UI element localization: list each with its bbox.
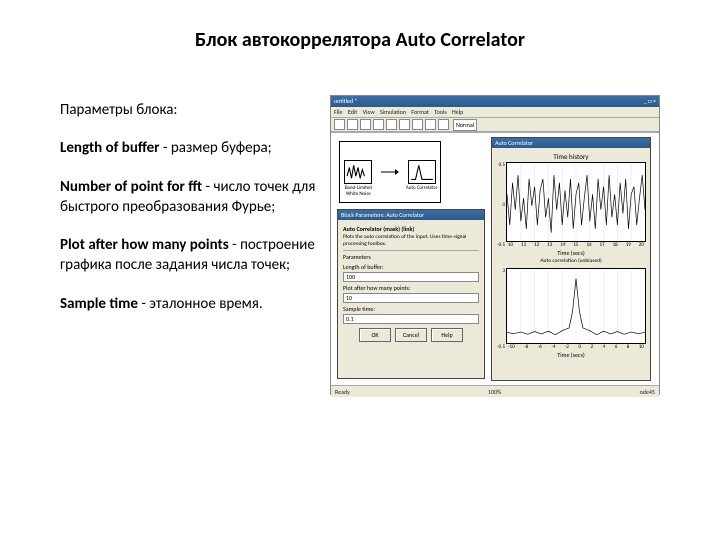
block-parameters-dialog: Block Parameters: Auto Correlator Auto C… bbox=[337, 209, 485, 379]
bottom-xlabel: Time (secs) bbox=[496, 351, 646, 359]
status-bar: Ready 100% ode45 bbox=[331, 385, 659, 397]
open-icon[interactable] bbox=[347, 119, 358, 130]
menu-tools[interactable]: Tools bbox=[434, 108, 446, 116]
label-sampletime: Sample time: bbox=[343, 305, 479, 313]
window-toolbar: Normal bbox=[331, 118, 659, 132]
scope-window: Auto Correlator Time history 0.5 0 -0.5 bbox=[491, 137, 651, 381]
sim-mode-select[interactable]: Normal bbox=[453, 119, 477, 131]
model-canvas: Band-Limited White Noise Auto Correlator… bbox=[331, 132, 659, 385]
status-zoom: 100% bbox=[488, 388, 501, 396]
model-diagram: Band-Limited White Noise Auto Correlator bbox=[339, 141, 441, 203]
window-title: untitled * bbox=[334, 97, 357, 106]
menu-help[interactable]: Help bbox=[452, 108, 463, 116]
window-menubar: File Edit View Simulation Format Tools H… bbox=[331, 107, 659, 118]
play-icon[interactable] bbox=[425, 119, 436, 130]
paste-icon[interactable] bbox=[412, 119, 423, 130]
input-length[interactable]: 100 bbox=[343, 272, 479, 282]
signal-arrow-icon bbox=[381, 167, 399, 177]
window-titlebar: untitled * _ □ × bbox=[331, 96, 659, 107]
top-xlabel: Time (secs) bbox=[496, 249, 646, 257]
bottom-plot bbox=[506, 268, 646, 344]
top-sublabel: Auto correlation (unbiased) bbox=[496, 258, 646, 264]
label-plotafter: Plot after how many points: bbox=[343, 284, 479, 292]
correlator-block[interactable]: Auto Correlator bbox=[408, 160, 436, 184]
new-icon[interactable] bbox=[334, 119, 345, 130]
param-fft: Number of point for fft - число точек дл… bbox=[60, 177, 320, 218]
cut-icon[interactable] bbox=[386, 119, 397, 130]
input-plotafter[interactable]: 10 bbox=[343, 293, 479, 303]
dialog-heading: Auto Correlator (mask) (link) bbox=[343, 225, 479, 233]
top-plot-title: Time history bbox=[496, 152, 646, 161]
noise-block-label: Band-Limited White Noise bbox=[338, 185, 378, 197]
menu-file[interactable]: File bbox=[334, 108, 343, 116]
print-icon[interactable] bbox=[373, 119, 384, 130]
simulink-screenshot: untitled * _ □ × File Edit View Simulati… bbox=[330, 95, 660, 395]
param-sample: Sample time - эталонное время. bbox=[60, 294, 320, 314]
window-controls: _ □ × bbox=[644, 97, 656, 106]
param-length: Length of buffer - размер буфера; bbox=[60, 138, 320, 158]
help-button[interactable]: Help bbox=[431, 328, 463, 342]
dialog-desc: Plots the auto correlation of the input.… bbox=[343, 234, 479, 247]
status-ready: Ready bbox=[335, 388, 350, 396]
intro-line: Параметры блока: bbox=[60, 100, 320, 120]
bottom-yticks: 3 -0.5 bbox=[497, 268, 505, 350]
top-xticks: 1011121314151617181920 bbox=[506, 242, 646, 248]
menu-view[interactable]: View bbox=[363, 108, 375, 116]
body-text: Параметры блока: Length of buffer - разм… bbox=[60, 100, 320, 332]
correlator-block-label: Auto Correlator bbox=[402, 185, 442, 191]
bottom-xticks: -10-8-6-4-20246810 bbox=[506, 344, 646, 350]
ok-button[interactable]: OK bbox=[359, 328, 391, 342]
scope-title: Auto Correlator bbox=[492, 138, 650, 148]
input-sampletime[interactable]: 0.1 bbox=[343, 314, 479, 324]
top-yticks: 0.5 0 -0.5 bbox=[497, 162, 505, 248]
slide-title: Блок автокоррелятора Auto Correlator bbox=[0, 28, 720, 52]
noise-block[interactable]: Band-Limited White Noise bbox=[344, 160, 372, 184]
cancel-button[interactable]: Cancel bbox=[395, 328, 427, 342]
label-length: Length of buffer: bbox=[343, 263, 479, 271]
save-icon[interactable] bbox=[360, 119, 371, 130]
menu-format[interactable]: Format bbox=[411, 108, 429, 116]
param-plot: Plot after how many points - построение … bbox=[60, 235, 320, 276]
stop-icon[interactable] bbox=[438, 119, 449, 130]
menu-simulation[interactable]: Simulation bbox=[380, 108, 406, 116]
status-solver: ode45 bbox=[640, 388, 655, 396]
copy-icon[interactable] bbox=[399, 119, 410, 130]
top-plot bbox=[506, 162, 646, 242]
params-heading: Parameters bbox=[343, 250, 479, 261]
menu-edit[interactable]: Edit bbox=[348, 108, 357, 116]
dialog-title: Block Parameters: Auto Correlator bbox=[338, 210, 484, 220]
